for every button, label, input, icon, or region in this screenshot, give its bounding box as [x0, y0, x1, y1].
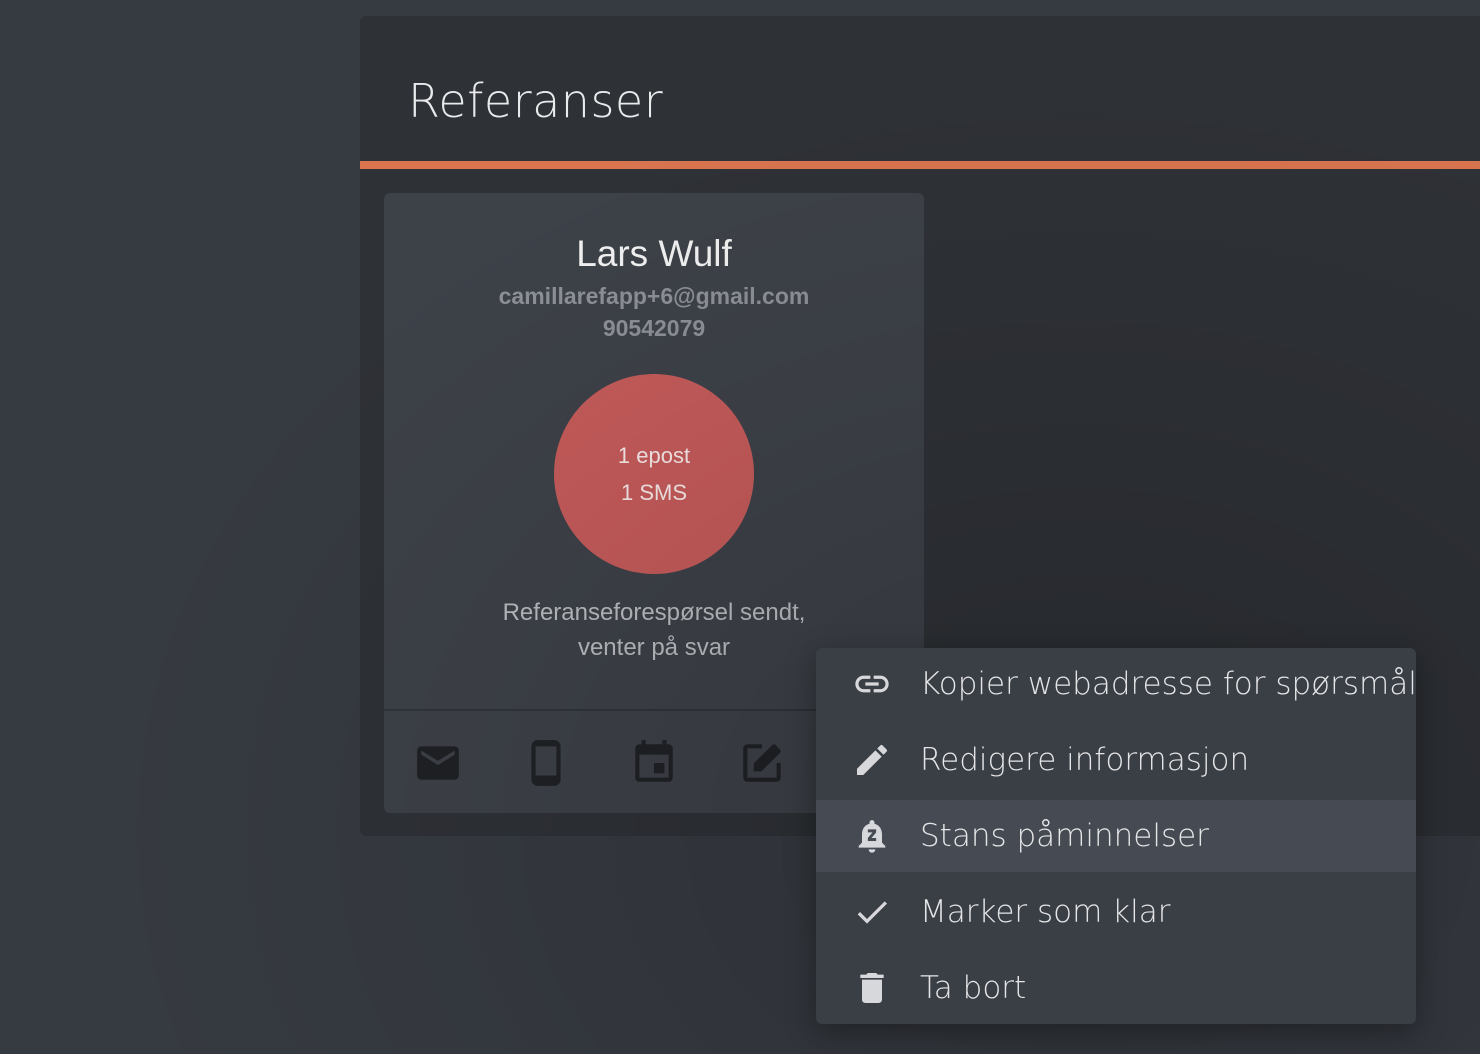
panel-header: Referanser — [360, 16, 1480, 161]
reference-name: Lars Wulf — [576, 233, 732, 274]
page-title: Referanser — [408, 74, 664, 128]
edit-icon — [743, 744, 781, 782]
reference-email: camillarefapp+6@gmail.com — [498, 283, 810, 309]
pencil-icon — [850, 738, 894, 782]
menu-item-label: Stans påminnelser — [920, 818, 1209, 854]
menu-item-mark-done[interactable]: Marker som klar — [816, 876, 1416, 948]
menu-item-label: Redigere informasjon — [920, 742, 1250, 778]
send-sms-button[interactable] — [516, 733, 576, 793]
status-circle: 1 epost 1 SMS — [554, 374, 754, 574]
send-email-button[interactable] — [408, 733, 468, 793]
edit-button[interactable] — [732, 733, 792, 793]
menu-item-label: Kopier webadresse for spørsmål — [920, 666, 1417, 702]
menu-item-delete[interactable]: Ta bort — [816, 952, 1416, 1024]
menu-item-copy-link[interactable]: Kopier webadresse for spørsmål — [816, 648, 1417, 720]
menu-item-edit-info[interactable]: Redigere informasjon — [816, 724, 1416, 796]
phone-icon — [531, 740, 561, 786]
reference-phone: 90542079 — [602, 315, 706, 341]
status-text-line2: venter på svar — [577, 634, 731, 661]
trash-icon — [850, 966, 894, 1010]
calendar-icon — [635, 740, 673, 782]
schedule-button[interactable] — [624, 733, 684, 793]
header-accent-line — [360, 161, 1480, 169]
link-icon — [850, 662, 894, 706]
email-count: 1 epost — [617, 443, 691, 468]
check-icon — [850, 890, 894, 934]
sms-count: 1 SMS — [620, 480, 688, 505]
context-menu: Kopier webadresse for spørsmål Redigere … — [816, 648, 1417, 1024]
menu-item-stop-reminders[interactable]: Stans påminnelser — [816, 800, 1416, 872]
menu-item-label: Marker som klar — [920, 894, 1171, 930]
status-text: Referanseforespørsel sendt, venter på sv… — [444, 595, 864, 665]
status-text-line1: Referanseforespørsel sendt, — [502, 599, 806, 626]
snooze-bell-icon — [850, 814, 894, 858]
menu-item-label: Ta bort — [920, 970, 1027, 1006]
email-icon — [417, 746, 459, 780]
